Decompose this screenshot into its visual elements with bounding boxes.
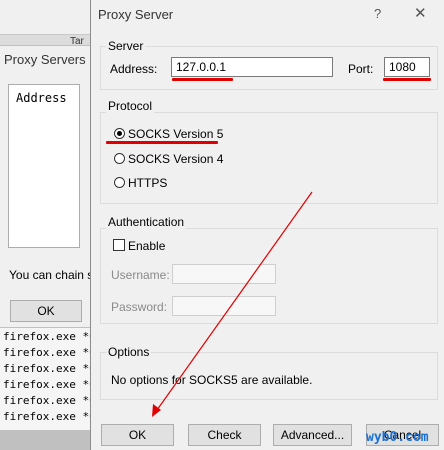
annotation-arrow: [152, 191, 313, 417]
watermark: wyb0.com: [366, 430, 429, 445]
annotation-arrow-line: [156, 191, 313, 411]
